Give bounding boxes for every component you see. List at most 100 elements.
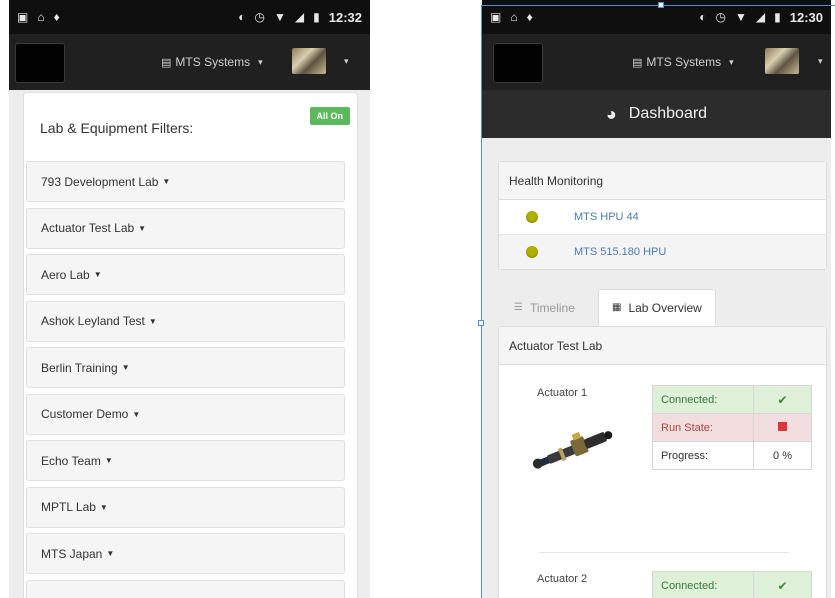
top-navbar: ▤ MTS Systems ▾ ▾ (9, 34, 370, 90)
right-phone-screen: ▣ ⌂ ♦ ◐ ◷ ▼ ◢ ▮ 12:30 ▤ MTS Systems ▾ ▾ … (482, 0, 831, 598)
chevron-down-icon: ▼ (106, 549, 115, 558)
app-notification-icon: ⌂ (510, 10, 518, 24)
alarm-icon: ◷ (254, 10, 266, 24)
lab-filter-item[interactable]: Customer Demo ▼ (26, 393, 345, 435)
building-icon: ▤ (161, 56, 172, 69)
chevron-down-icon: ▼ (104, 456, 113, 465)
lab-filter-item[interactable]: MPTL Lab ▼ (26, 486, 345, 528)
dashboard-gauge-icon: ◕ (605, 103, 617, 124)
actuator-status-table: Connected: ✔ (652, 571, 812, 598)
wifi-icon: ▼ (274, 10, 286, 24)
org-selector[interactable]: ▤ MTS Systems ▾ (161, 55, 263, 69)
tab-timeline[interactable]: ☰ Timeline (514, 289, 575, 326)
battery-icon: ▮ (774, 10, 781, 24)
left-phone-screen: ▣ ⌂ ♦ ◐ ◷ ▼ ◢ ▮ 12:32 ▤ MTS Systems ▾ ▾ … (9, 0, 370, 598)
checkmark-icon: ✔ (777, 578, 788, 593)
health-item-link[interactable]: MTS 515.180 HPU (574, 246, 666, 258)
status-label: Run State: (652, 413, 754, 442)
chevron-down-icon: ▼ (132, 409, 141, 419)
clock: 12:30 (789, 9, 823, 25)
checkmark-icon: ✔ (777, 392, 788, 407)
health-item[interactable]: MTS HPU 44 (499, 200, 826, 235)
lab-filter-item[interactable]: Ashok Leyland Test ▼ (26, 300, 345, 342)
status-label: Connected: (652, 571, 754, 598)
lab-filter-item[interactable] (26, 579, 345, 598)
chevron-down-icon: ▼ (138, 223, 147, 233)
user-avatar[interactable] (292, 48, 326, 74)
chevron-down-icon: ▼ (99, 502, 108, 512)
health-item-link[interactable]: MTS HPU 44 (574, 211, 639, 223)
org-selector-label: MTS Systems (175, 55, 251, 69)
lab-filter-item[interactable]: Actuator Test Lab ▼ (26, 207, 345, 249)
dashboard-header: ◕ Dashboard (482, 90, 831, 138)
lab-name: Actuator Test Lab (499, 327, 826, 365)
location-icon: ♦ (526, 10, 533, 24)
chevron-down-icon: ▼ (121, 363, 130, 372)
data-sync-icon: ◐ (238, 10, 246, 24)
progress-value: 0 % (753, 441, 812, 470)
status-indicator-icon (526, 246, 538, 258)
tab-lab-overview[interactable]: ▦ Lab Overview (598, 289, 716, 326)
health-monitoring-title: Health Monitoring (499, 162, 826, 200)
health-monitoring-panel: Health Monitoring MTS HPU 44 MTS 515.180… (498, 161, 827, 270)
user-avatar[interactable] (765, 48, 799, 74)
run-state-value (753, 413, 812, 442)
lab-filter-list: 793 Development Lab ▼ Actuator Test Lab ▼ … (26, 161, 345, 598)
image-notification-icon: ▣ (490, 10, 502, 24)
connected-row: Connected: ✔ (652, 385, 812, 414)
org-selector-label: MTS Systems (646, 55, 722, 69)
connected-value: ✔ (753, 385, 812, 414)
image-notification-icon: ▣ (17, 10, 29, 24)
progress-row: Progress: 0 % (652, 441, 812, 470)
chevron-down-icon: ▼ (93, 270, 102, 279)
run-state-row: Run State: (652, 413, 812, 442)
status-indicator-icon (526, 211, 538, 223)
lab-filter-item[interactable]: 793 Development Lab ▼ (26, 161, 345, 202)
selection-border (481, 5, 482, 598)
status-bar: ▣ ⌂ ♦ ◐ ◷ ▼ ◢ ▮ 12:32 (9, 0, 370, 34)
building-icon: ▤ (632, 56, 643, 69)
actuator-name: Actuator 1 (537, 387, 588, 399)
lab-overview-panel: Actuator Test Lab Actuator 1 Connected: … (498, 326, 827, 598)
lab-filter-item[interactable]: Berlin Training ▼ (26, 347, 345, 388)
connected-value: ✔ (753, 571, 812, 598)
status-label: Connected: (652, 385, 754, 414)
data-sync-icon: ◐ (699, 10, 707, 24)
chevron-down-icon: ▾ (729, 56, 734, 67)
brand-logo[interactable] (493, 43, 543, 83)
brand-logo[interactable] (15, 43, 65, 83)
user-menu-caret-icon[interactable]: ▾ (818, 56, 823, 67)
page-title: Dashboard (628, 105, 708, 122)
stop-square-icon (778, 421, 787, 431)
signal-icon: ◢ (294, 10, 305, 24)
all-on-button[interactable]: All On (309, 107, 350, 125)
org-selector[interactable]: ▤ MTS Systems ▾ (632, 55, 734, 69)
selection-handle[interactable] (478, 320, 484, 326)
location-icon: ♦ (53, 10, 60, 24)
app-notification-icon: ⌂ (37, 10, 45, 24)
alarm-icon: ◷ (715, 10, 727, 24)
chevron-down-icon: ▾ (258, 56, 263, 67)
status-label: Progress: (652, 441, 754, 470)
health-item[interactable]: MTS 515.180 HPU (499, 235, 826, 269)
filters-title: Lab & Equipment Filters: (40, 120, 194, 136)
table-icon: ▦ (612, 302, 622, 313)
lab-filters-panel: Lab & Equipment Filters: All On 793 Deve… (23, 92, 358, 598)
actuator-image (532, 431, 613, 469)
divider (539, 552, 789, 553)
clock: 12:32 (328, 9, 362, 25)
top-navbar: ▤ MTS Systems ▾ ▾ (482, 34, 831, 90)
user-menu-caret-icon[interactable]: ▾ (344, 56, 349, 67)
connected-row: Connected: ✔ (652, 571, 812, 598)
battery-icon: ▮ (313, 10, 320, 24)
chevron-down-icon: ▼ (148, 316, 157, 326)
lab-filter-item[interactable]: Aero Lab ▼ (26, 254, 345, 295)
actuator-name: Actuator 2 (537, 573, 588, 585)
signal-icon: ◢ (755, 10, 766, 24)
view-tabs: ☰ Timeline ▦ Lab Overview (502, 289, 825, 327)
list-icon: ☰ (514, 302, 523, 313)
chevron-down-icon: ▼ (162, 177, 171, 186)
lab-filter-item[interactable]: MTS Japan ▼ (26, 533, 345, 574)
selection-handle[interactable] (658, 2, 664, 8)
lab-filter-item[interactable]: Echo Team ▼ (26, 440, 345, 481)
